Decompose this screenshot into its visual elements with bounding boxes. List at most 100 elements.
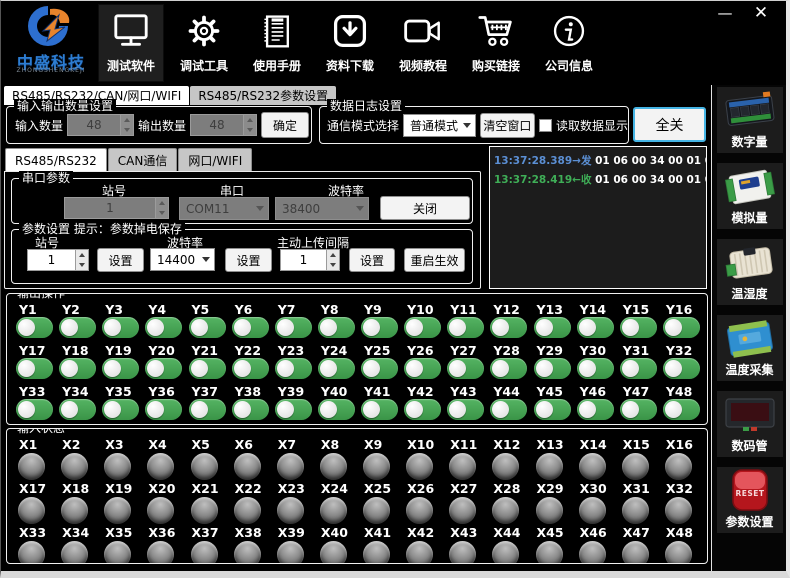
toolbar-item-2[interactable]: 调试工具	[172, 5, 236, 81]
param-station-set-button[interactable]: 设置	[97, 248, 144, 272]
output-toggle-Y26[interactable]	[404, 358, 441, 379]
output-toggle-Y1[interactable]	[16, 317, 53, 338]
param-station-spinner[interactable]: 1	[27, 249, 89, 271]
sidebar-item-4[interactable]: 温度采集	[717, 315, 783, 381]
comm-tab-3[interactable]: 网口/WIFI	[178, 148, 252, 172]
output-toggle-Y41[interactable]	[361, 399, 398, 420]
toolbar-item-5[interactable]: 视频教程	[391, 5, 455, 81]
output-toggle-Y35[interactable]	[102, 399, 139, 420]
comm-tab-2[interactable]: CAN通信	[108, 148, 178, 172]
output-toggle-Y11[interactable]	[447, 317, 484, 338]
sidebar-item-5[interactable]: 数码管	[717, 391, 783, 457]
output-toggle-Y46[interactable]	[577, 399, 614, 420]
output-toggle-Y15[interactable]	[620, 317, 657, 338]
output-toggle-Y42[interactable]	[404, 399, 441, 420]
serial-station-spin-buttons[interactable]	[155, 198, 168, 218]
output-toggle-Y16[interactable]	[663, 317, 700, 338]
output-toggle-Y30[interactable]	[577, 358, 614, 379]
output-toggle-Y25[interactable]	[361, 358, 398, 379]
channel-label: X29	[534, 482, 574, 495]
output-toggle-Y8[interactable]	[318, 317, 355, 338]
io-cell: X46	[574, 526, 617, 564]
output-toggle-Y18[interactable]	[59, 358, 96, 379]
comm-tab-1[interactable]: RS485/RS232	[5, 148, 107, 172]
toolbar-item-1[interactable]: 测试软件	[99, 5, 163, 81]
close-button[interactable]: ✕	[748, 3, 774, 23]
serial-close-button[interactable]: 关闭	[380, 196, 470, 220]
channel-label: X37	[189, 526, 229, 539]
output-toggle-Y23[interactable]	[275, 358, 312, 379]
serial-baud-select[interactable]: 38400	[275, 197, 369, 220]
param-interval-spinner[interactable]: 1	[280, 249, 340, 271]
toolbar-item-6[interactable]: 购买链接	[464, 5, 528, 81]
output-toggle-Y37[interactable]	[189, 399, 226, 420]
output-toggle-Y43[interactable]	[447, 399, 484, 420]
output-toggle-Y21[interactable]	[189, 358, 226, 379]
sidebar-item-6[interactable]: RESET参数设置	[717, 467, 783, 533]
output-toggle-Y27[interactable]	[447, 358, 484, 379]
output-count-spinner[interactable]: 48	[190, 114, 257, 136]
output-toggle-Y9[interactable]	[361, 317, 398, 338]
output-toggle-Y48[interactable]	[663, 399, 700, 420]
all-off-button[interactable]: 全关	[633, 107, 706, 142]
io-cell: X24	[315, 482, 358, 526]
channel-label: X9	[361, 438, 401, 451]
output-toggle-Y20[interactable]	[145, 358, 182, 379]
output-toggle-Y32[interactable]	[663, 358, 700, 379]
confirm-button[interactable]: 确定	[261, 112, 309, 138]
param-station-spin-buttons[interactable]	[75, 250, 88, 270]
toolbar-item-7[interactable]: 公司信息	[537, 5, 601, 81]
output-toggle-Y33[interactable]	[16, 399, 53, 420]
clear-window-button[interactable]: 清空窗口	[480, 113, 535, 138]
output-toggle-Y3[interactable]	[102, 317, 139, 338]
output-toggle-Y39[interactable]	[275, 399, 312, 420]
main-tab-2[interactable]: RS485/RS232参数设置	[190, 86, 336, 105]
param-interval-set-button[interactable]: 设置	[349, 248, 395, 272]
read-data-checkbox[interactable]	[539, 119, 552, 132]
param-baud-set-button[interactable]: 设置	[225, 248, 272, 272]
input-count-spin-buttons[interactable]	[120, 115, 133, 135]
output-toggle-Y38[interactable]	[232, 399, 269, 420]
restart-apply-button[interactable]: 重启生效	[404, 248, 465, 272]
sidebar-item-3[interactable]: 温湿度	[717, 239, 783, 305]
output-toggle-Y47[interactable]	[620, 399, 657, 420]
output-toggle-Y13[interactable]	[534, 317, 571, 338]
toolbar-item-4[interactable]: 资料下载	[318, 5, 382, 81]
output-toggle-Y10[interactable]	[404, 317, 441, 338]
param-interval-spin-buttons[interactable]	[326, 250, 339, 270]
inputs-group-title: 输入状态	[14, 428, 68, 435]
inputs-group: 输入状态 X1X2X3X4X5X6X7X8X9X10X11X12X13X14X1…	[6, 428, 708, 564]
comm-mode-select[interactable]: 普通模式	[403, 114, 476, 137]
comm-log-window[interactable]: 13:37:28.389→发 01 06 00 34 00 01 09 C413…	[489, 146, 707, 289]
output-toggle-Y34[interactable]	[59, 399, 96, 420]
param-baud-select[interactable]: 14400	[150, 248, 215, 271]
toolbar-item-3[interactable]: 使用手册	[245, 5, 309, 81]
channel-label: Y5	[189, 303, 229, 316]
sidebar-item-2[interactable]: 模拟量	[717, 163, 783, 229]
output-toggle-Y36[interactable]	[145, 399, 182, 420]
output-toggle-Y45[interactable]	[534, 399, 571, 420]
output-toggle-Y40[interactable]	[318, 399, 355, 420]
output-count-spin-buttons[interactable]	[243, 115, 256, 135]
output-toggle-Y6[interactable]	[232, 317, 269, 338]
output-toggle-Y7[interactable]	[275, 317, 312, 338]
sidebar-item-1[interactable]: 数字量	[717, 87, 783, 153]
output-toggle-Y4[interactable]	[145, 317, 182, 338]
output-toggle-Y29[interactable]	[534, 358, 571, 379]
output-toggle-Y19[interactable]	[102, 358, 139, 379]
serial-port-select[interactable]: COM11	[179, 197, 269, 220]
output-toggle-Y5[interactable]	[189, 317, 226, 338]
output-toggle-Y31[interactable]	[620, 358, 657, 379]
output-toggle-Y44[interactable]	[490, 399, 527, 420]
input-count-spinner[interactable]: 48	[67, 114, 134, 136]
output-toggle-Y2[interactable]	[59, 317, 96, 338]
output-toggle-Y22[interactable]	[232, 358, 269, 379]
serial-station-spinner[interactable]: 1	[64, 197, 169, 219]
io-cell: X26	[401, 482, 444, 526]
output-toggle-Y14[interactable]	[577, 317, 614, 338]
output-toggle-Y17[interactable]	[16, 358, 53, 379]
output-toggle-Y28[interactable]	[490, 358, 527, 379]
output-toggle-Y12[interactable]	[490, 317, 527, 338]
output-toggle-Y24[interactable]	[318, 358, 355, 379]
minimize-button[interactable]: —	[712, 3, 738, 23]
